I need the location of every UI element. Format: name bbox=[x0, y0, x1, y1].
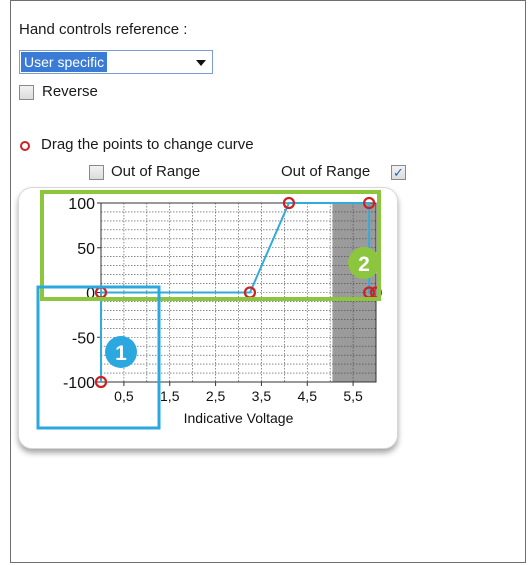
x-tick-label: 5,5 bbox=[343, 388, 363, 404]
x-tick-label: 2,5 bbox=[206, 388, 226, 404]
callout-badge-2-label: 2 bbox=[358, 253, 370, 276]
callout-badge-1-label: 1 bbox=[115, 342, 127, 365]
x-tick-label: 4,5 bbox=[298, 388, 318, 404]
x-axis-label: Indicative Voltage bbox=[184, 410, 294, 426]
y-tick-label: -50 bbox=[72, 330, 95, 347]
x-tick-label: 3,5 bbox=[252, 388, 272, 404]
y-tick-label: 100 bbox=[68, 196, 95, 213]
y-tick-label: 50 bbox=[77, 241, 95, 258]
x-tick-label: 1,5 bbox=[160, 388, 180, 404]
curve-chart[interactable]: 100500-50-1000,5 1,5 2,5 3,5 4,5 5,5Indicativ… bbox=[0, 0, 528, 565]
x-tick-label: 0,5 bbox=[114, 388, 134, 404]
y-tick-label: -100 bbox=[63, 375, 95, 392]
